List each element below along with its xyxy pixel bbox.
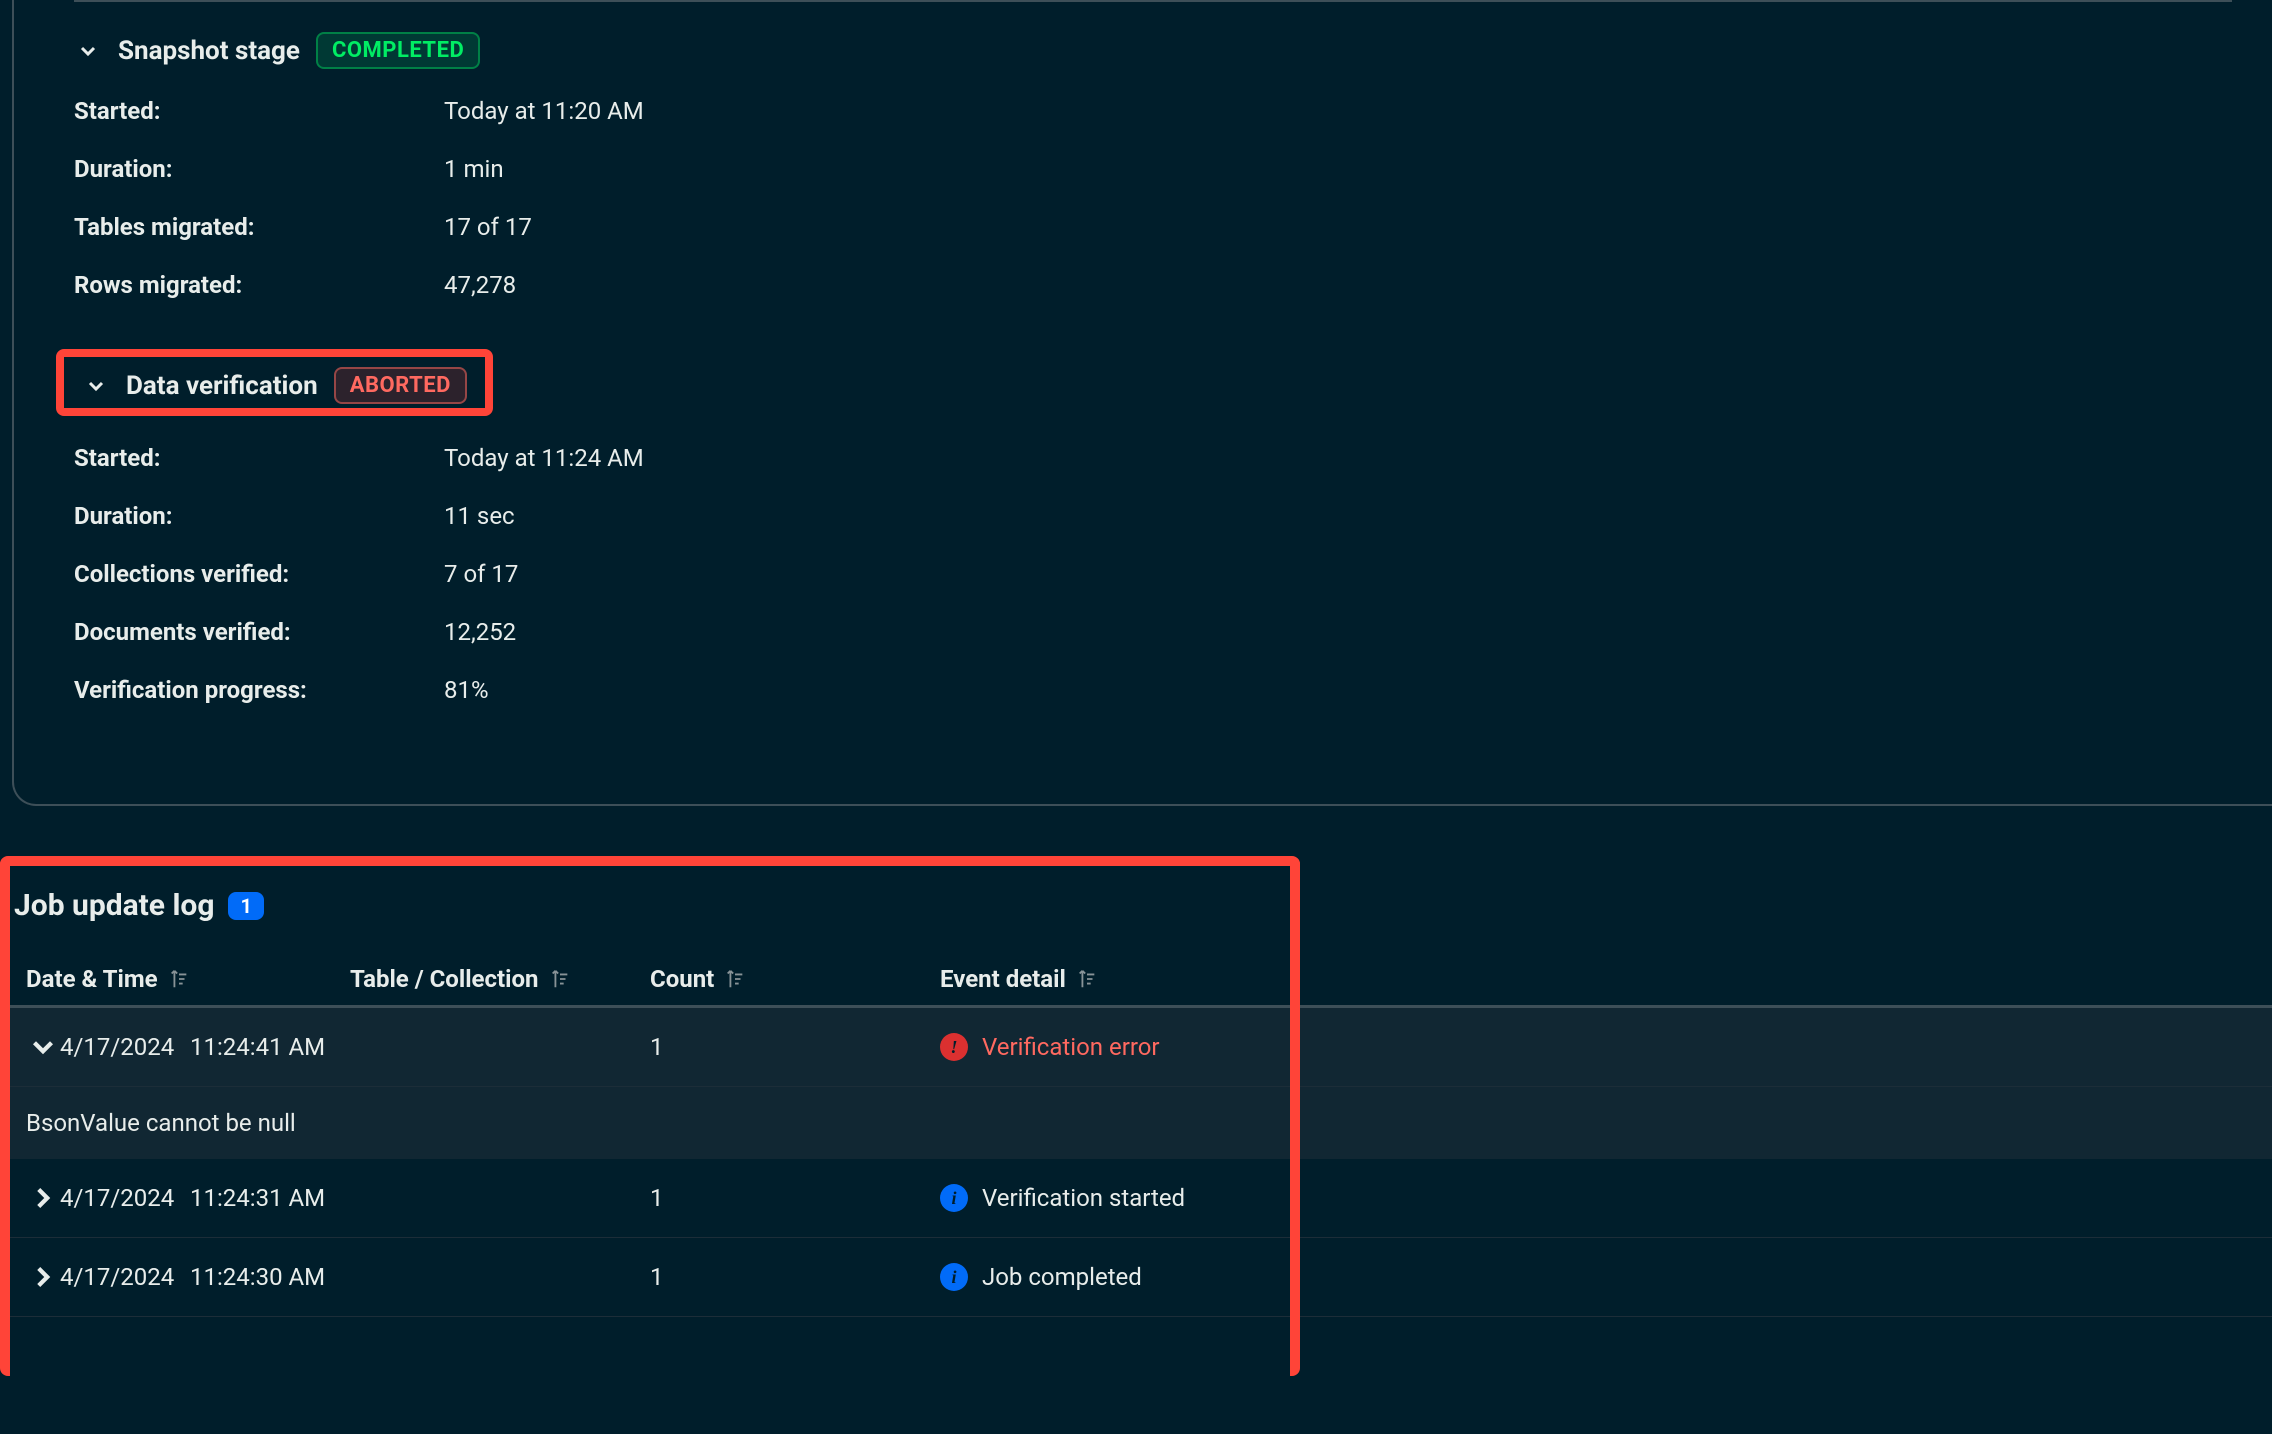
info-icon: i (940, 1184, 968, 1212)
job-update-log-section: Job update log 1 Date & Time Table / Col… (0, 866, 2272, 1317)
log-event-text: Job completed (982, 1263, 1142, 1291)
collections-verified-label: Collections verified: (74, 560, 444, 588)
started-label: Started: (74, 97, 444, 125)
log-row[interactable]: 4/17/202411:24:31 AM 1i Verification start… (0, 1159, 2272, 1238)
log-time: 11:24:31 AM (190, 1184, 390, 1212)
log-event-text: Verification error (982, 1033, 1160, 1061)
rows-migrated-value: 47,278 (444, 271, 516, 299)
chevron-right-icon[interactable] (0, 1260, 60, 1294)
log-count-badge: 1 (228, 892, 263, 920)
log-row[interactable]: 4/17/202411:24:30 AM 1i Job completed (0, 1238, 2272, 1317)
info-icon: i (940, 1263, 968, 1291)
chevron-down-icon (82, 372, 110, 400)
column-header-label: Count (650, 965, 714, 993)
verification-progress-value: 81% (444, 676, 489, 704)
log-date: 4/17/2024 (60, 1033, 190, 1061)
data-verification-header[interactable]: Data verification ABORTED (56, 349, 493, 416)
sort-icon (1076, 967, 1100, 991)
verif-started-value: Today at 11:24 AM (444, 444, 644, 472)
log-count: 1 (650, 1033, 940, 1061)
rows-migrated-label: Rows migrated: (74, 271, 444, 299)
verif-duration-value: 11 sec (444, 502, 515, 530)
log-time: 11:24:41 AM (190, 1033, 390, 1061)
log-table: Date & Time Table / Collection Count Eve… (0, 953, 2272, 1317)
sort-icon (168, 967, 192, 991)
log-event: i Job completed (940, 1263, 1142, 1291)
log-event: ! Verification error (940, 1033, 1160, 1061)
column-header-label: Table / Collection (350, 965, 539, 993)
collections-verified-value: 7 of 17 (444, 560, 518, 588)
verif-started-label: Started: (74, 444, 444, 472)
tables-migrated-value: 17 of 17 (444, 213, 532, 241)
chevron-right-icon[interactable] (0, 1181, 60, 1215)
sort-icon (724, 967, 748, 991)
column-header-count[interactable]: Count (650, 965, 940, 993)
chevron-down-icon[interactable] (0, 1030, 60, 1064)
column-header-event[interactable]: Event detail (940, 965, 2272, 993)
duration-value: 1 min (444, 155, 504, 183)
log-error-detail: BsonValue cannot be null (0, 1087, 2272, 1159)
log-title: Job update log (14, 888, 214, 923)
data-verification-title: Data verification (126, 371, 318, 401)
column-header-table[interactable]: Table / Collection (350, 965, 650, 993)
log-event-text: Verification started (982, 1184, 1185, 1212)
log-table-header: Date & Time Table / Collection Count Eve… (0, 953, 2272, 1008)
column-header-datetime[interactable]: Date & Time (0, 965, 350, 993)
duration-label: Duration: (74, 155, 444, 183)
documents-verified-value: 12,252 (444, 618, 516, 646)
log-date: 4/17/2024 (60, 1263, 190, 1291)
log-row[interactable]: 4/17/202411:24:41 AM 1! Verification error (0, 1008, 2272, 1087)
verif-duration-label: Duration: (74, 502, 444, 530)
verification-progress-label: Verification progress: (74, 676, 444, 704)
log-event: i Verification started (940, 1184, 1185, 1212)
error-icon: ! (940, 1033, 968, 1061)
chevron-down-icon (74, 37, 102, 65)
snapshot-stage-title: Snapshot stage (118, 36, 300, 66)
status-badge-completed: COMPLETED (316, 32, 480, 69)
verification-details: Started: Today at 11:24 AM Duration: 11 … (14, 444, 2272, 754)
column-header-label: Event detail (940, 965, 1066, 993)
log-count: 1 (650, 1184, 940, 1212)
column-header-label: Date & Time (26, 965, 158, 993)
log-time: 11:24:30 AM (190, 1263, 390, 1291)
tables-migrated-label: Tables migrated: (74, 213, 444, 241)
status-badge-aborted: ABORTED (334, 367, 467, 404)
documents-verified-label: Documents verified: (74, 618, 444, 646)
snapshot-stage-header[interactable]: Snapshot stage COMPLETED (74, 32, 2232, 69)
started-value: Today at 11:20 AM (444, 97, 644, 125)
snapshot-stage-section: Snapshot stage COMPLETED Started: Today … (14, 2, 2272, 349)
sort-icon (549, 967, 573, 991)
log-count: 1 (650, 1263, 940, 1291)
log-date: 4/17/2024 (60, 1184, 190, 1212)
